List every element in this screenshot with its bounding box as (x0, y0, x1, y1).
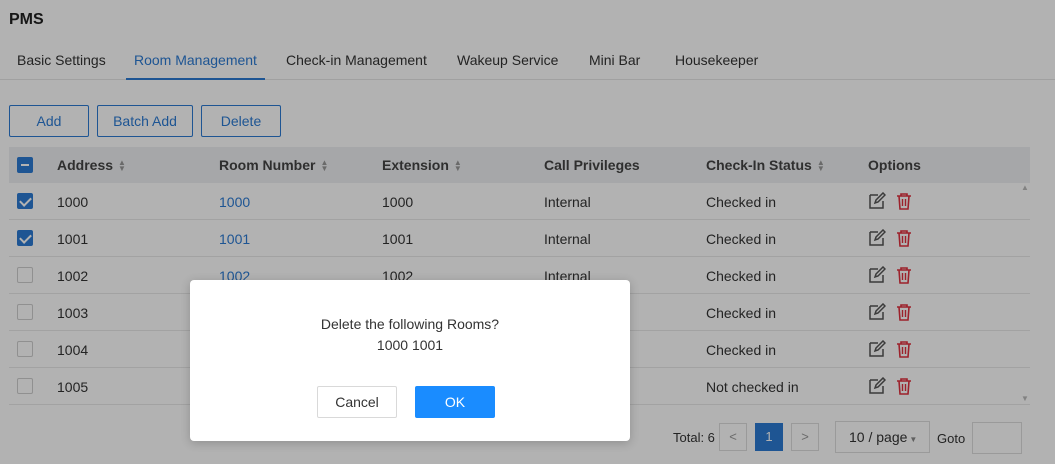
dialog-room-list: 1000 1001 (376, 337, 444, 353)
delete-confirm-dialog: Delete the following Rooms? 1000 1001 Ca… (190, 280, 630, 441)
dialog-message: Delete the following Rooms? 1000 1001 (190, 314, 630, 356)
dialog-question: Delete the following Rooms? (320, 316, 500, 332)
ok-button[interactable]: OK (415, 386, 495, 418)
cancel-button[interactable]: Cancel (317, 386, 397, 418)
